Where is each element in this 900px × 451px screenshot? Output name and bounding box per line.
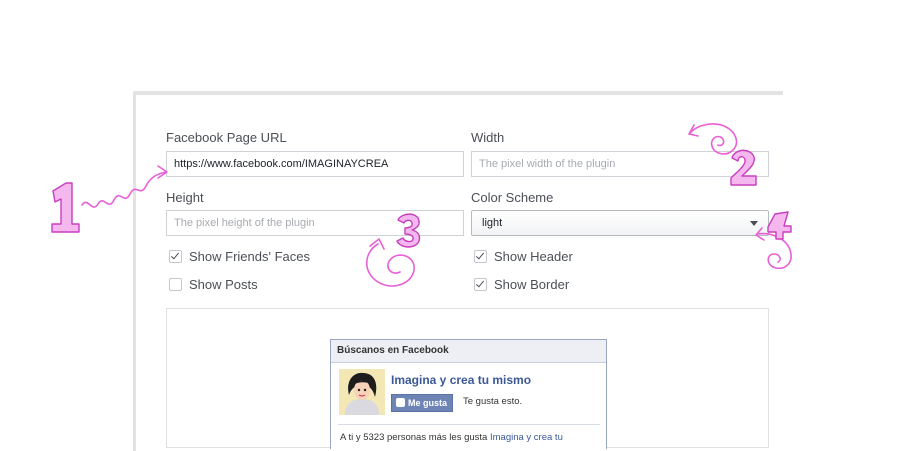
spiral-arrow-2 xyxy=(689,123,738,155)
annotation-layer xyxy=(51,123,792,287)
squiggle-arrow-1 xyxy=(81,171,167,208)
annotation-number-1 xyxy=(51,182,80,233)
annotation-number-2 xyxy=(730,149,757,186)
annotation-number-3 xyxy=(396,213,421,248)
arrowhead-1 xyxy=(157,165,168,179)
spiral-arrow-3 xyxy=(365,243,415,287)
